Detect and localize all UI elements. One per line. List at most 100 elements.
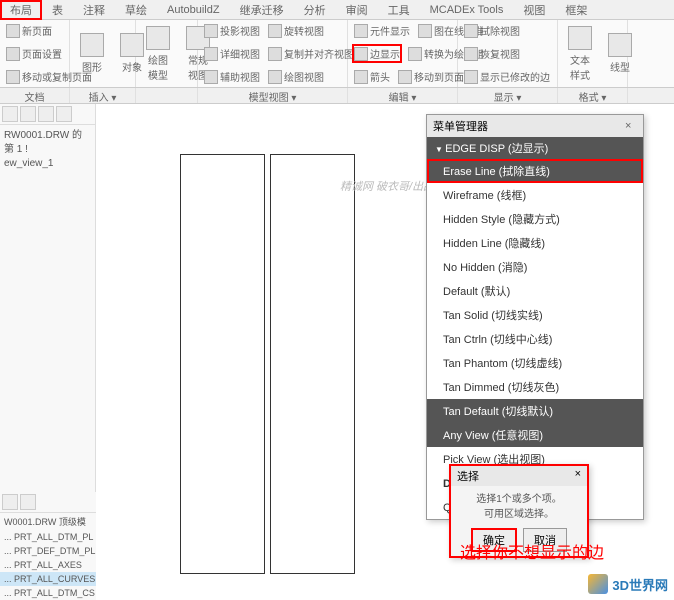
menu-item[interactable]: Tan Default (切线默认) <box>427 399 643 423</box>
menu-MCADEx Tools[interactable]: MCADEx Tools <box>420 2 514 18</box>
ribbon-item[interactable]: 页面设置 <box>4 45 64 62</box>
ribbon-item[interactable]: 边显示 <box>352 44 402 63</box>
ribbon-item[interactable]: 详细视图 <box>202 45 262 62</box>
menu-item[interactable]: Hidden Line (隐藏线) <box>427 231 643 255</box>
close-icon[interactable]: × <box>575 468 581 484</box>
menu-框架[interactable]: 框架 <box>555 0 597 20</box>
ribbon-icon <box>418 24 432 38</box>
ribbon-item[interactable]: 元件显示 <box>352 22 412 39</box>
menu-继承迁移[interactable]: 继承迁移 <box>230 0 294 20</box>
ribbon-item[interactable]: 新页面 <box>4 22 54 39</box>
ribbon-labels: 文档插入 ▾ 模型视图 ▾编辑 ▾显示 ▾格式 ▾ <box>0 88 674 104</box>
menu-注释[interactable]: 注释 <box>73 0 115 20</box>
ribbon-item[interactable]: 旋转视图 <box>266 22 326 39</box>
ribbon-icon <box>268 70 282 84</box>
menu-item[interactable]: Default (默认) <box>427 279 643 303</box>
ribbon-icon <box>6 47 20 61</box>
ribbon-icon <box>6 70 20 84</box>
view-name: ew_view_1 <box>4 157 91 171</box>
ribbon-item[interactable]: 投影视图 <box>202 22 262 39</box>
ribbon-icon <box>464 47 478 61</box>
toolbar-btn[interactable] <box>20 106 36 122</box>
ribbon-icon <box>408 47 422 61</box>
tree-item[interactable]: ... PRT_ALL_DTM_CS <box>0 586 96 600</box>
watermark: 精诚网 破衣哥/出品 <box>340 178 434 194</box>
menu-item[interactable]: No Hidden (消隐) <box>427 255 643 279</box>
menu-工具[interactable]: 工具 <box>378 0 420 20</box>
dialog-title: 选择 <box>457 468 479 484</box>
toolbar-btn[interactable] <box>2 106 18 122</box>
ribbon-icon <box>464 24 478 38</box>
ribbon-item[interactable]: 箭头 <box>352 68 392 85</box>
menu-item[interactable]: Any View (任意视图) <box>427 423 643 447</box>
toolbar-btn[interactable] <box>38 106 54 122</box>
ribbon-group: 新页面页面设置移动或复制页面 <box>0 20 70 87</box>
dialog-body: 选择1个或多个项。 可用区域选择。 <box>451 486 587 524</box>
workspace: RW0001.DRW 的第 1 ! ew_view_1 W0001.DRW 顶级… <box>0 104 674 600</box>
tree-item[interactable]: ... PRT_DEF_DTM_PL <box>0 544 96 558</box>
ribbon-big-button[interactable]: 文本 样式 <box>562 22 598 86</box>
ribbon-item[interactable]: 拭除视图 <box>462 22 522 39</box>
ribbon-icon <box>398 70 412 84</box>
ribbon-group: 元件显示图在线绘准边显示转换为绘制组箭头移动到页面 <box>348 20 458 87</box>
menu-item[interactable]: Wireframe (线框) <box>427 183 643 207</box>
logo: 3D世界网 <box>588 574 668 594</box>
ribbon-item[interactable]: 辅助视图 <box>202 68 262 85</box>
tree-panel: W0001.DRW 顶级模 ... PRT_ALL_DTM_PL... PRT_… <box>0 492 96 600</box>
close-icon[interactable]: × <box>625 120 637 132</box>
menu-AutobuildZ[interactable]: AutobuildZ <box>157 2 230 18</box>
menu-视图[interactable]: 视图 <box>513 0 555 20</box>
dialog-title-bar: 选择 × <box>451 466 587 486</box>
ribbon-group-label: 编辑 ▾ <box>348 88 458 103</box>
ribbon-item[interactable]: 移动到页面 <box>396 68 466 85</box>
ribbon-icon <box>268 24 282 38</box>
ribbon-group: 投影视图旋转视图详细视图复制并对齐视图辅助视图绘图视图 <box>198 20 348 87</box>
menubar: 布局表注释草绘AutobuildZ继承迁移分析审阅工具MCADEx Tools视… <box>0 0 674 20</box>
menu-item[interactable]: Tan Dimmed (切线灰色) <box>427 375 643 399</box>
ribbon-group: 文本 样式线型 <box>558 20 628 87</box>
menu-布局[interactable]: 布局 <box>0 0 42 20</box>
menu-item[interactable]: Tan Ctrln (切线中心线) <box>427 327 643 351</box>
menu-item[interactable]: Tan Solid (切线实线) <box>427 303 643 327</box>
ribbon-item[interactable]: 显示已修改的边 <box>462 68 552 85</box>
logo-text: 3D世界网 <box>612 575 668 594</box>
tree-header: W0001.DRW 顶级模 <box>0 513 96 530</box>
menu-分析[interactable]: 分析 <box>294 0 336 20</box>
toolbar-btn[interactable] <box>56 106 72 122</box>
ribbon-icon <box>354 70 368 84</box>
annotation-text: 选择你不想显示的边 <box>460 539 604 563</box>
logo-cube-icon <box>588 574 608 594</box>
menu-subtitle[interactable]: EDGE DISP (边显示) <box>427 137 643 159</box>
menu-item[interactable]: Hidden Style (隐藏方式) <box>427 207 643 231</box>
ribbon-group-label: 文档 <box>0 88 70 103</box>
ribbon-group: 拭除视图恢复视图显示已修改的边 <box>458 20 558 87</box>
ribbon-group: 图形对象 <box>70 20 136 87</box>
menu-审阅[interactable]: 审阅 <box>336 0 378 20</box>
ribbon-group: 绘图 模型常规 视图 <box>136 20 198 87</box>
menu-item[interactable]: Tan Phantom (切线虚线) <box>427 351 643 375</box>
ribbon-item[interactable]: 复制并对齐视图 <box>266 45 356 62</box>
tree-item[interactable]: ... PRT_ALL_DTM_PL <box>0 530 96 544</box>
left-panel: RW0001.DRW 的第 1 ! ew_view_1 W0001.DRW 顶级… <box>0 104 96 600</box>
ribbon-group-label: 模型视图 ▾ <box>198 88 348 103</box>
menu-表[interactable]: 表 <box>42 0 73 20</box>
tree-item[interactable]: ... PRT_ALL_AXES <box>0 558 96 572</box>
ribbon-group-label: 显示 ▾ <box>458 88 558 103</box>
ribbon-group-label: 插入 ▾ <box>70 88 136 103</box>
ribbon-group-label: 格式 ▾ <box>558 88 628 103</box>
ribbon-item[interactable]: 恢复视图 <box>462 45 522 62</box>
ribbon: 新页面页面设置移动或复制页面图形对象绘图 模型常规 视图投影视图旋转视图详细视图… <box>0 20 674 88</box>
ribbon-big-button[interactable]: 绘图 模型 <box>140 22 176 86</box>
ribbon-big-button[interactable]: 线型 <box>602 29 638 78</box>
menu-草绘[interactable]: 草绘 <box>115 0 157 20</box>
toolbar-btn[interactable] <box>2 494 18 510</box>
ribbon-icon <box>464 70 478 84</box>
toolbar-btn[interactable] <box>20 494 36 510</box>
ribbon-item[interactable]: 绘图视图 <box>266 68 326 85</box>
tree-item[interactable]: ... PRT_ALL_CURVES <box>0 572 96 586</box>
ribbon-icon <box>568 26 592 50</box>
ribbon-big-button[interactable]: 图形 <box>74 29 110 78</box>
drawing-canvas[interactable] <box>180 154 380 574</box>
menu-item[interactable]: Erase Line (拭除直线) <box>427 159 643 183</box>
drawing-rect <box>270 154 355 574</box>
